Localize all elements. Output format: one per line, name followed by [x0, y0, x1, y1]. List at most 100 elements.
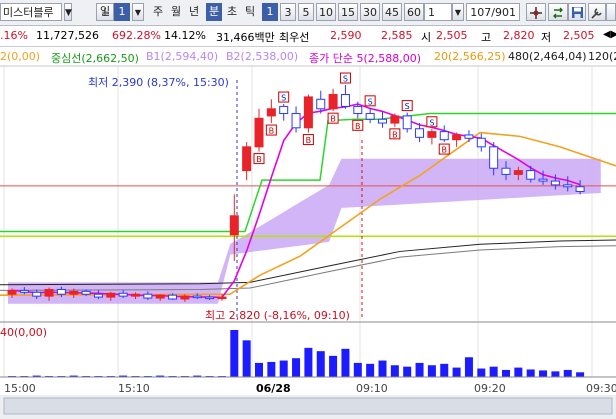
candle-up [180, 295, 190, 300]
volume-bar [353, 362, 362, 377]
volume-bar [477, 368, 486, 377]
low-price-note: 최저 2,390 (8,37%, 15:30) [88, 76, 229, 89]
candle-down [192, 295, 202, 299]
candle-up [7, 289, 17, 295]
volume-bar [427, 365, 436, 377]
volume-bar [576, 372, 585, 377]
volume-bar [304, 347, 313, 377]
legend-ma20: 20(2,566,25) [434, 50, 506, 63]
x-label-date: 06/28 [256, 382, 291, 395]
sell-signal-label: S [405, 102, 410, 111]
volume-bar [329, 355, 338, 377]
candle-down [291, 113, 301, 129]
candle-up [513, 170, 523, 175]
legend-ma120: 120(2 [588, 50, 616, 63]
candle-up [44, 288, 54, 297]
ma-480-line [0, 239, 616, 286]
buy-signal-label: B [330, 115, 336, 124]
high-price-note: 최고 2,820 (-8,16%, 09:10) [205, 309, 350, 322]
volume-bar [551, 371, 560, 377]
scrollbar-thumb [3, 397, 613, 415]
legend-b2: B2(2,538,00) [226, 50, 299, 63]
sell-signal-label: S [343, 75, 348, 84]
volume-bar [563, 369, 572, 377]
volume-legend: 40(0,00) [0, 326, 48, 339]
ma-5-line [11, 103, 581, 299]
candle-down [538, 178, 548, 182]
candle-down [118, 292, 128, 297]
volume-bar [502, 369, 510, 377]
candle-down [526, 170, 536, 180]
legend-center-line: 중심선(2,662,50) [51, 52, 139, 65]
volume-bar [489, 366, 498, 377]
x-label-1510: 15:10 [118, 382, 150, 395]
candle-up [155, 294, 165, 299]
candle-up [69, 290, 79, 295]
x-label-0930: 09:30 [586, 382, 616, 395]
volume-bar [526, 369, 535, 377]
candle-down [81, 290, 91, 295]
volume-bar [279, 360, 288, 377]
volume-bar [452, 367, 461, 377]
candle-down [353, 105, 363, 115]
volume-bar [415, 362, 424, 377]
candle-up [303, 96, 313, 129]
candle-down [489, 146, 499, 169]
volume-bar [378, 360, 387, 377]
volume-bar [514, 367, 523, 377]
volume-bar [366, 363, 375, 377]
candle-down [575, 186, 585, 193]
candle-down [439, 131, 449, 141]
volume-bar [242, 340, 251, 377]
candle-down [205, 296, 215, 300]
buy-signal-label: B [306, 136, 312, 145]
volume-bar [341, 348, 350, 377]
candle-down [501, 167, 511, 175]
candle-down [56, 288, 66, 295]
legend-b1: B1(2,594,40) [146, 50, 219, 63]
legend-item-1: 2(0,00) [0, 50, 41, 63]
candle-down [550, 180, 560, 186]
candle-down [464, 134, 474, 139]
buy-signal-label: B [256, 155, 262, 164]
buy-signal-label: B [269, 127, 275, 136]
volume-bar [292, 358, 301, 377]
candle-up [106, 292, 116, 298]
candle-down [93, 293, 103, 298]
candle-down [365, 113, 375, 120]
legend-ma480: 480(2,464,04) [508, 50, 587, 63]
candle-up [242, 146, 252, 172]
buy-signal-label: B [355, 122, 361, 131]
candle-up [254, 117, 264, 148]
x-label-1500: 15:00 [4, 382, 36, 395]
candle-down [402, 115, 412, 130]
candle-down [32, 291, 42, 297]
volume-bar [390, 365, 399, 377]
volume-bar [267, 361, 276, 377]
volume-bars [8, 330, 585, 377]
volume-bar [255, 362, 263, 377]
sell-signal-label: S [281, 94, 286, 103]
candle-up [266, 108, 276, 117]
sell-signal-label: S [368, 97, 373, 106]
volume-bar [440, 363, 449, 377]
x-label-0920: 09:20 [474, 382, 506, 395]
candle-down [279, 105, 289, 115]
candle-down [378, 118, 387, 124]
candle-down [340, 94, 350, 107]
x-label-0910: 09:10 [356, 382, 388, 395]
sell-signal-label: S [429, 118, 434, 127]
candle-up [427, 131, 437, 138]
candle-down [168, 294, 178, 300]
candle-up [131, 293, 140, 297]
volume-bar [230, 330, 239, 377]
candle-down [415, 128, 425, 138]
candle-up [217, 296, 227, 300]
volume-bar [464, 357, 473, 377]
volume-bar [316, 351, 325, 377]
volume-bar [539, 370, 548, 377]
candle-down [316, 98, 326, 110]
candle-up [229, 215, 239, 236]
candle-down [476, 137, 486, 148]
candle-up [390, 115, 400, 124]
